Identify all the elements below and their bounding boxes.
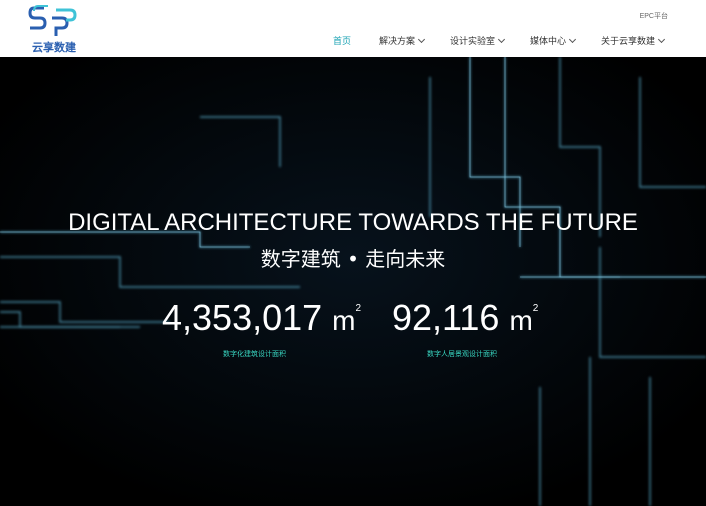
nav-item-media-center[interactable]: 媒体中心 [530, 34, 577, 47]
nav-item-about[interactable]: 关于云享数建 [601, 34, 666, 47]
stat-unit-sup: 2 [532, 303, 539, 314]
stat-landscape-area: 92,116 m2 [392, 297, 538, 339]
stat-architecture-label: 数字化建筑设计面积 [223, 350, 286, 358]
nav-label: 关于云享数建 [601, 36, 656, 46]
stat-value: 4,353,017 [162, 297, 323, 338]
circuit-background [0, 57, 706, 506]
site-header: 云享数建 EPC平台 首页 解决方案 设计实验室 媒体中心 关于云享数建 [0, 0, 706, 57]
chevron-down-icon [568, 35, 577, 43]
nav-label: 媒体中心 [530, 36, 567, 46]
hero-banner: DIGITAL ARCHITECTURE TOWARDS THE FUTURE … [0, 57, 706, 506]
nav-label: 解决方案 [379, 36, 416, 46]
nav-item-design-lab[interactable]: 设计实验室 [450, 34, 506, 47]
stat-unit: m [509, 305, 533, 336]
nav-item-home[interactable]: 首页 [333, 34, 351, 47]
hero-title-en: DIGITAL ARCHITECTURE TOWARDS THE FUTURE [68, 209, 638, 236]
chevron-down-icon [497, 35, 506, 43]
hero-title-zh: 数字建筑 • 走向未来 [260, 247, 446, 271]
chevron-down-icon [417, 35, 426, 43]
nav-label: 设计实验室 [450, 36, 496, 46]
chevron-down-icon [657, 35, 666, 43]
stat-unit-sup: 2 [355, 303, 362, 314]
epc-platform-link[interactable]: EPC平台 [640, 11, 668, 21]
stat-value: 92,116 [392, 297, 500, 338]
stat-unit: m [332, 305, 356, 336]
nav-item-solutions[interactable]: 解决方案 [379, 34, 426, 47]
stat-architecture-area: 4,353,017 m2 [162, 297, 361, 339]
stat-landscape-label: 数字人居景观设计面积 [427, 350, 497, 358]
nav-label: 首页 [333, 36, 352, 46]
main-nav: 首页 解决方案 设计实验室 媒体中心 关于云享数建 [0, 34, 706, 48]
